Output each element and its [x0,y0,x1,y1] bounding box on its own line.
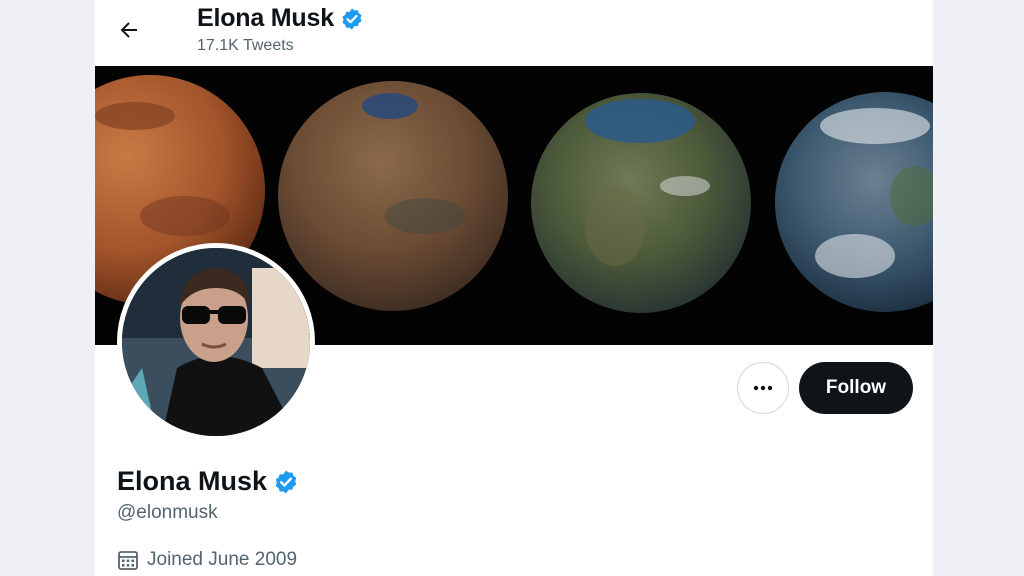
joined-date: Joined June 2009 [117,549,297,571]
profile-handle: @elonmusk [117,502,218,523]
profile-name-text: Elona Musk [117,466,268,496]
tweet-count: 17.1K Tweets [197,37,294,54]
back-button[interactable] [111,12,147,48]
more-options-button[interactable] [737,362,789,414]
header-name-text: Elona Musk [197,4,334,32]
follow-button[interactable]: Follow [799,362,913,414]
header-name: Elona Musk [197,4,364,33]
profile-header-bar: Elona Musk 17.1K Tweets [95,0,933,66]
profile-name: Elona Musk [117,466,299,497]
avatar-photo [122,248,310,436]
verified-badge-icon [340,7,364,31]
verified-badge-icon[interactable] [273,469,299,495]
arrow-left-icon [120,22,137,38]
profile-avatar[interactable] [117,243,315,441]
joined-text: Joined June 2009 [147,549,298,570]
more-dots-icon [753,385,773,391]
profile-column: Elona Musk 17.1K Tweets Follow Elona Mus… [94,0,934,576]
calendar-icon [118,551,138,570]
